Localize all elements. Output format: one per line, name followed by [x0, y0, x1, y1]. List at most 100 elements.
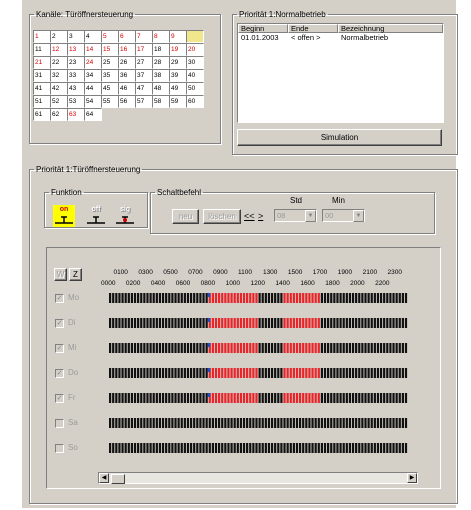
inactive-slot[interactable]: [174, 318, 177, 328]
inactive-slot[interactable]: [193, 393, 196, 403]
inactive-slot[interactable]: [174, 293, 177, 303]
active-slot[interactable]: [289, 368, 292, 378]
inactive-slot[interactable]: [264, 343, 267, 353]
active-slot[interactable]: [255, 293, 258, 303]
active-slot[interactable]: [283, 343, 286, 353]
inactive-slot[interactable]: [205, 318, 208, 328]
inactive-slot[interactable]: [196, 443, 199, 453]
channel-cell[interactable]: 20: [186, 43, 204, 56]
inactive-slot[interactable]: [130, 393, 134, 403]
inactive-slot[interactable]: [320, 318, 323, 328]
inactive-slot[interactable]: [183, 343, 186, 353]
inactive-slot[interactable]: [364, 343, 367, 353]
channel-cell[interactable]: 52: [50, 95, 68, 108]
inactive-slot[interactable]: [351, 368, 355, 378]
inactive-slot[interactable]: [155, 318, 158, 328]
inactive-slot[interactable]: [155, 368, 158, 378]
inactive-slot[interactable]: [165, 293, 168, 303]
inactive-slot[interactable]: [143, 418, 146, 428]
inactive-slot[interactable]: [109, 393, 112, 403]
active-slot[interactable]: [214, 343, 218, 353]
inactive-slot[interactable]: [361, 368, 364, 378]
inactive-slot[interactable]: [118, 293, 121, 303]
inactive-slot[interactable]: [339, 343, 342, 353]
active-slot[interactable]: [295, 368, 299, 378]
channel-cell[interactable]: 7: [135, 30, 153, 43]
inactive-slot[interactable]: [386, 418, 389, 428]
inactive-slot[interactable]: [327, 368, 330, 378]
inactive-slot[interactable]: [155, 293, 158, 303]
channel-cell[interactable]: 24: [84, 56, 102, 69]
inactive-slot[interactable]: [295, 443, 299, 453]
inactive-slot[interactable]: [177, 393, 180, 403]
channel-cell[interactable]: 30: [186, 56, 204, 69]
inactive-slot[interactable]: [196, 368, 199, 378]
active-slot[interactable]: [308, 343, 311, 353]
inactive-slot[interactable]: [379, 418, 383, 428]
inactive-slot[interactable]: [348, 393, 352, 403]
inactive-slot[interactable]: [383, 343, 386, 353]
inactive-slot[interactable]: [320, 393, 323, 403]
inactive-slot[interactable]: [112, 343, 115, 353]
inactive-slot[interactable]: [311, 443, 314, 453]
inactive-slot[interactable]: [137, 393, 140, 403]
day-checkbox[interactable]: [55, 419, 64, 428]
active-slot[interactable]: [314, 368, 317, 378]
inactive-slot[interactable]: [333, 293, 336, 303]
inactive-slot[interactable]: [146, 343, 149, 353]
inactive-slot[interactable]: [168, 293, 171, 303]
inactive-slot[interactable]: [330, 343, 333, 353]
day-schedule-bar[interactable]: [109, 443, 408, 454]
inactive-slot[interactable]: [367, 293, 370, 303]
active-slot[interactable]: [292, 368, 295, 378]
active-slot[interactable]: [311, 343, 314, 353]
active-slot[interactable]: [246, 318, 249, 328]
day-schedule-bar[interactable]: [109, 293, 408, 304]
inactive-slot[interactable]: [137, 343, 140, 353]
inactive-slot[interactable]: [330, 418, 333, 428]
inactive-slot[interactable]: [133, 393, 137, 403]
active-slot[interactable]: [211, 343, 214, 353]
inactive-slot[interactable]: [333, 368, 336, 378]
col-header-bezeichnung[interactable]: Bezeichnung: [338, 24, 443, 33]
active-slot[interactable]: [314, 393, 317, 403]
day-schedule-bar[interactable]: [109, 343, 408, 354]
inactive-slot[interactable]: [277, 318, 280, 328]
chevron-down-icon[interactable]: ▼: [353, 210, 364, 222]
inactive-slot[interactable]: [224, 443, 227, 453]
inactive-slot[interactable]: [383, 293, 386, 303]
inactive-slot[interactable]: [277, 443, 280, 453]
inactive-slot[interactable]: [112, 418, 115, 428]
inactive-slot[interactable]: [280, 293, 283, 303]
inactive-slot[interactable]: [130, 368, 134, 378]
inactive-slot[interactable]: [386, 368, 389, 378]
day-checkbox[interactable]: ✓: [55, 394, 64, 403]
active-slot[interactable]: [308, 318, 311, 328]
inactive-slot[interactable]: [351, 343, 355, 353]
active-slot[interactable]: [314, 318, 317, 328]
inactive-slot[interactable]: [270, 418, 274, 428]
inactive-slot[interactable]: [404, 293, 408, 303]
inactive-slot[interactable]: [149, 293, 152, 303]
inactive-slot[interactable]: [361, 343, 364, 353]
inactive-slot[interactable]: [355, 443, 358, 453]
inactive-slot[interactable]: [345, 293, 348, 303]
inactive-slot[interactable]: [404, 368, 408, 378]
channel-cell[interactable]: 19: [169, 43, 187, 56]
inactive-slot[interactable]: [280, 418, 283, 428]
channel-cell[interactable]: 37: [135, 69, 153, 82]
channel-cell[interactable]: 18: [152, 43, 170, 56]
inactive-slot[interactable]: [364, 418, 367, 428]
channel-cell[interactable]: 56: [118, 95, 136, 108]
active-slot[interactable]: [295, 318, 299, 328]
active-slot[interactable]: [295, 393, 299, 403]
inactive-slot[interactable]: [280, 368, 283, 378]
inactive-slot[interactable]: [373, 443, 376, 453]
inactive-slot[interactable]: [308, 418, 311, 428]
inactive-slot[interactable]: [137, 293, 140, 303]
inactive-slot[interactable]: [174, 343, 177, 353]
active-slot[interactable]: [317, 293, 320, 303]
inactive-slot[interactable]: [289, 443, 292, 453]
inactive-slot[interactable]: [339, 318, 342, 328]
inactive-slot[interactable]: [379, 318, 383, 328]
